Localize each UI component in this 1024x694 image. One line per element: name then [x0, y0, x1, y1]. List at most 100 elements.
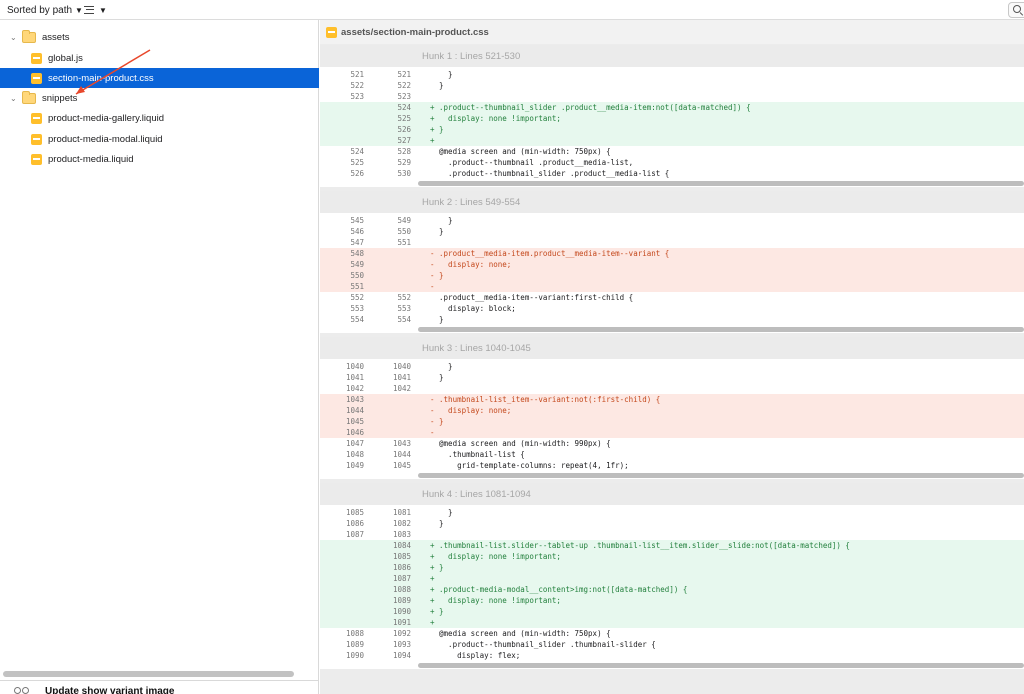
hunk-lines: 545 549 } 546 550 } 547 551 548 - .product__med… [320, 213, 1024, 325]
commit-list-item[interactable]: Update show variant image [0, 684, 319, 694]
scrollbar-thumb[interactable] [418, 181, 1024, 186]
code-text: - } [430, 271, 444, 280]
context-line[interactable]: 554 554 } [320, 314, 1024, 325]
horizontal-scrollbar[interactable] [320, 325, 1024, 333]
hunk-lines: 1040 1040 } 1041 1041 } 1042 1042 1043 - .thumb… [320, 359, 1024, 471]
old-line-number: 524 [350, 147, 364, 156]
scrollbar-thumb[interactable] [418, 327, 1024, 332]
tree-file[interactable]: product-media-gallery.liquid [0, 108, 319, 128]
old-line-number: 523 [350, 92, 364, 101]
context-line[interactable]: 545 549 } [320, 215, 1024, 226]
old-line-number: 1043 [345, 395, 364, 404]
added-line[interactable]: 1084 + .thumbnail-list.slider--tablet-up … [320, 540, 1024, 551]
context-line[interactable]: 553 553 display: block; [320, 303, 1024, 314]
tree-file[interactable]: product-media-modal.liquid [0, 129, 319, 149]
scrollbar-thumb[interactable] [418, 663, 1024, 668]
context-line[interactable]: 1085 1081 } [320, 507, 1024, 518]
new-line-number: 1086 [392, 563, 411, 572]
horizontal-scrollbar[interactable] [320, 471, 1024, 479]
horizontal-scrollbar[interactable] [320, 179, 1024, 187]
context-line[interactable]: 1040 1040 } [320, 361, 1024, 372]
code-text: @media screen and (min-width: 750px) { [430, 629, 611, 638]
old-line-number: 550 [350, 271, 364, 280]
context-line[interactable]: 1047 1043 @media screen and (min-width: 9… [320, 438, 1024, 449]
context-line[interactable]: 524 528 @media screen and (min-width: 750… [320, 146, 1024, 157]
new-line-number: 529 [397, 158, 411, 167]
added-line[interactable]: 1091 + [320, 617, 1024, 628]
removed-line[interactable]: 549 - display: none; [320, 259, 1024, 270]
context-line[interactable]: 1048 1044 .thumbnail-list { [320, 449, 1024, 460]
context-line[interactable]: 1090 1094 display: flex; [320, 650, 1024, 661]
file-tree-sidebar: ⌄ assets global.js section-main-product.css… [0, 20, 319, 694]
hunk-header[interactable]: Hunk 3 : Lines 1040-1045 [320, 337, 1024, 359]
added-line[interactable]: 1086 + } [320, 562, 1024, 573]
context-line[interactable]: 526 530 .product--thumbnail_slider .produ… [320, 168, 1024, 179]
removed-line[interactable]: 550 - } [320, 270, 1024, 281]
code-text: + .thumbnail-list.slider--tablet-up .thu… [430, 541, 850, 550]
new-line-number: 550 [397, 227, 411, 236]
context-line[interactable]: 1049 1045 grid-template-columns: repeat(4… [320, 460, 1024, 471]
tree-file[interactable]: product-media.liquid [0, 149, 319, 169]
old-line-number: 526 [350, 169, 364, 178]
context-line[interactable]: 523 523 [320, 91, 1024, 102]
old-line-number: 1089 [345, 640, 364, 649]
added-line[interactable]: 526 + } [320, 124, 1024, 135]
context-line[interactable]: 1088 1092 @media screen and (min-width: 7… [320, 628, 1024, 639]
horizontal-scrollbar[interactable] [320, 661, 1024, 669]
context-line[interactable]: 546 550 } [320, 226, 1024, 237]
removed-line[interactable]: 551 - [320, 281, 1024, 292]
old-line-number: 521 [350, 70, 364, 79]
removed-line[interactable]: 1044 - display: none; [320, 405, 1024, 416]
code-text: } [430, 70, 453, 79]
added-line[interactable]: 1090 + } [320, 606, 1024, 617]
removed-line[interactable]: 548 - .product__media-item.product__media… [320, 248, 1024, 259]
context-line[interactable]: 552 552 .product__media-item--variant:fir… [320, 292, 1024, 303]
context-line[interactable]: 547 551 [320, 237, 1024, 248]
added-line[interactable]: 524 + .product--thumbnail_slider .product… [320, 102, 1024, 113]
removed-line[interactable]: 1046 - [320, 427, 1024, 438]
new-line-number: 1085 [392, 552, 411, 561]
added-line[interactable]: 1089 + display: none !important; [320, 595, 1024, 606]
old-line-number: 548 [350, 249, 364, 258]
context-line[interactable]: 1086 1082 } [320, 518, 1024, 529]
added-line[interactable]: 1085 + display: none !important; [320, 551, 1024, 562]
sidebar-scrollbar[interactable] [3, 671, 294, 677]
code-text: + display: none !important; [430, 552, 561, 561]
search-button[interactable] [1008, 2, 1024, 18]
context-line[interactable]: 1089 1093 .product--thumbnail_slider .thu… [320, 639, 1024, 650]
tree-folder[interactable]: ⌄ assets [0, 27, 319, 47]
removed-line[interactable]: 1045 - } [320, 416, 1024, 427]
added-line[interactable]: 527 + [320, 135, 1024, 146]
context-line[interactable]: 1087 1083 [320, 529, 1024, 540]
hunk-title: Hunk 2 : Lines 549-554 [422, 197, 521, 208]
new-line-number: 1083 [392, 530, 411, 539]
new-line-number: 522 [397, 81, 411, 90]
added-line[interactable]: 525 + display: none !important; [320, 113, 1024, 124]
view-options-button[interactable]: ▼ [84, 3, 107, 17]
hunk-header[interactable]: Hunk 2 : Lines 549-554 [320, 191, 1024, 213]
context-line[interactable]: 522 522 } [320, 80, 1024, 91]
diff-view: assets/section-main-product.css Hunk 1 :… [320, 20, 1024, 694]
context-line[interactable]: 1042 1042 [320, 383, 1024, 394]
context-line[interactable]: 525 529 .product--thumbnail .product__med… [320, 157, 1024, 168]
code-text: + .product--thumbnail_slider .product__m… [430, 103, 751, 112]
hunk-header[interactable]: Hunk 4 : Lines 1081-1094 [320, 483, 1024, 505]
code-text: grid-template-columns: repeat(4, 1fr); [430, 461, 629, 470]
old-line-number: 1049 [345, 461, 364, 470]
sort-dropdown[interactable]: Sorted by path ▼ [7, 3, 83, 17]
new-line-number: 1094 [392, 651, 411, 660]
added-line[interactable]: 1088 + .product-media-modal__content>img:… [320, 584, 1024, 595]
context-line[interactable]: 521 521 } [320, 69, 1024, 80]
scrollbar-thumb[interactable] [418, 473, 1024, 478]
new-line-number: 552 [397, 293, 411, 302]
removed-line[interactable]: 1043 - .thumbnail-list_item--variant:not(… [320, 394, 1024, 405]
code-text: display: block; [430, 304, 516, 313]
added-line[interactable]: 1087 + [320, 573, 1024, 584]
code-text: + } [430, 607, 444, 616]
hunk-title: Hunk 3 : Lines 1040-1045 [422, 343, 531, 354]
hunk-header[interactable]: Hunk 1 : Lines 521-530 [320, 45, 1024, 67]
disclosure-chevron-icon[interactable]: ⌄ [10, 94, 18, 103]
context-line[interactable]: 1041 1041 } [320, 372, 1024, 383]
disclosure-chevron-icon[interactable]: ⌄ [10, 33, 18, 42]
code-text: } [430, 227, 444, 236]
